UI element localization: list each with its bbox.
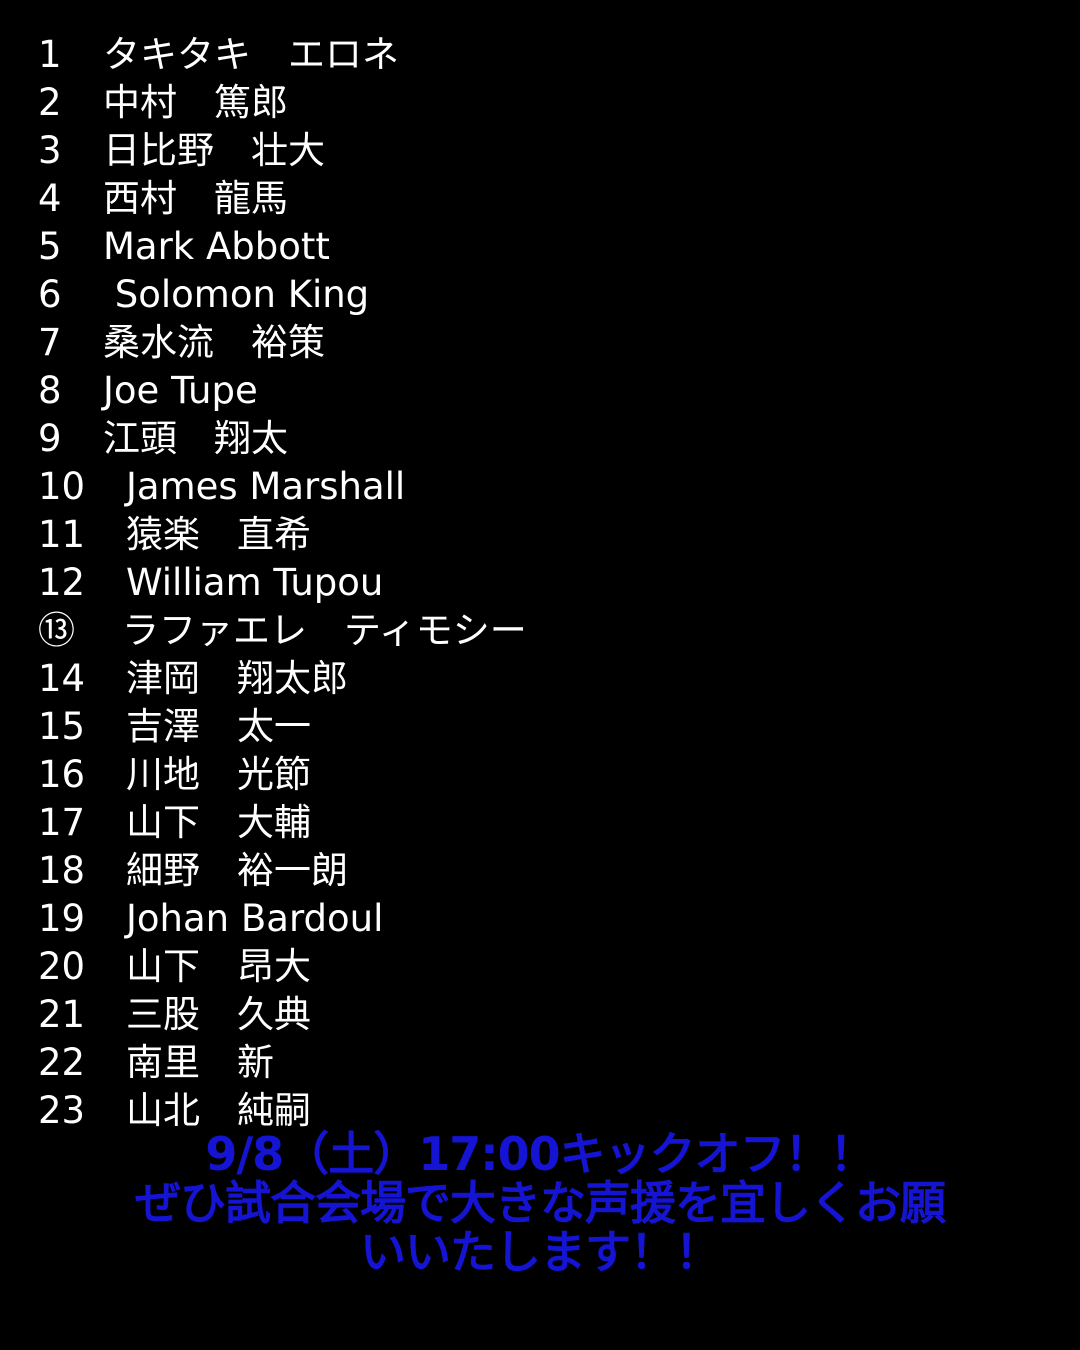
player-name: ラファエレ ティモシー	[122, 609, 527, 652]
player-number: 19	[38, 897, 86, 940]
player-number: ⑬	[38, 609, 75, 652]
roster-row: 14 津岡 翔太郎	[38, 655, 527, 703]
roster-row: 15 吉澤 太一	[38, 703, 527, 751]
roster-row: ⑬ ラファエレ ティモシー	[38, 607, 527, 655]
player-name: Johan Bardoul	[126, 897, 384, 940]
roster-row: 17 山下 大輔	[38, 799, 527, 847]
message-line-2: ぜひ試合会場で大きな声援を宜しくお願	[135, 1176, 946, 1230]
player-number: 6	[38, 273, 62, 316]
player-name: 南里 新	[126, 1041, 274, 1084]
player-name: 細野 裕一朗	[126, 849, 348, 892]
roster-row: 6 Solomon King	[38, 271, 527, 319]
player-name: 中村 篤郎	[103, 81, 288, 124]
player-number: 22	[38, 1041, 86, 1084]
roster-row: 8 Joe Tupe	[38, 367, 527, 415]
roster-row: 5 Mark Abbott	[38, 223, 527, 271]
player-name: James Marshall	[126, 465, 406, 508]
player-number: 8	[38, 369, 62, 412]
roster-row: 22 南里 新	[38, 1039, 527, 1087]
player-name: 吉澤 太一	[126, 705, 311, 748]
player-name: William Tupou	[126, 561, 384, 604]
roster-row: 16 川地 光節	[38, 751, 527, 799]
player-name: 桑水流 裕策	[103, 321, 325, 364]
roster-row: 12 William Tupou	[38, 559, 527, 607]
player-name: 山下 昂大	[126, 945, 311, 988]
player-number: 14	[38, 657, 86, 700]
player-number: 10	[38, 465, 86, 508]
message-line-3: いいたします！！	[360, 1225, 721, 1279]
player-name: 江頭 翔太	[103, 417, 288, 460]
player-number: 9	[38, 417, 62, 460]
player-number: 23	[38, 1089, 86, 1132]
roster-row: 20 山下 昂大	[38, 943, 527, 991]
player-name: 川地 光節	[126, 753, 311, 796]
player-number: 1	[38, 33, 62, 76]
player-number: 2	[38, 81, 62, 124]
player-number: 11	[38, 513, 86, 556]
player-number: 20	[38, 945, 86, 988]
player-name: 日比野 壮大	[103, 129, 325, 172]
player-name: Mark Abbott	[103, 225, 330, 268]
player-number: 17	[38, 801, 86, 844]
player-number: 21	[38, 993, 86, 1036]
player-number: 5	[38, 225, 62, 268]
player-number: 16	[38, 753, 86, 796]
kickoff-message: 9/8（土）17:00キックオフ！！ ぜひ試合会場で大きな声援を宜しくお願 いい…	[0, 1130, 1080, 1277]
player-name: タキタキ エロネ	[103, 33, 399, 76]
roster-row: 18 細野 裕一朗	[38, 847, 527, 895]
roster-row: 21 三股 久典	[38, 991, 527, 1039]
roster-row: 19 Johan Bardoul	[38, 895, 527, 943]
player-name: Solomon King	[103, 273, 370, 316]
roster-row: 10 James Marshall	[38, 463, 527, 511]
roster-row: 11 猿楽 直希	[38, 511, 527, 559]
message-line-1: 9/8（土）17:00キックオフ！！	[205, 1127, 875, 1181]
roster-row: 9 江頭 翔太	[38, 415, 527, 463]
player-name: 山下 大輔	[126, 801, 311, 844]
player-name: 津岡 翔太郎	[126, 657, 348, 700]
player-name: 西村 龍馬	[103, 177, 288, 220]
player-name: 猿楽 直希	[126, 513, 311, 556]
player-name: Joe Tupe	[103, 369, 258, 412]
player-number: 15	[38, 705, 86, 748]
player-number: 4	[38, 177, 62, 220]
roster-list: 1 タキタキ エロネ 2 中村 篤郎 3 日比野 壮大 4 西村 龍馬 5 Mark Abbott…	[38, 31, 527, 1135]
player-number: 12	[38, 561, 86, 604]
player-name: 三股 久典	[126, 993, 311, 1036]
roster-row: 1 タキタキ エロネ	[38, 31, 527, 79]
player-number: 7	[38, 321, 62, 364]
roster-row: 2 中村 篤郎	[38, 79, 527, 127]
roster-row: 3 日比野 壮大	[38, 127, 527, 175]
roster-row: 4 西村 龍馬	[38, 175, 527, 223]
roster-row: 7 桑水流 裕策	[38, 319, 527, 367]
player-number: 3	[38, 129, 62, 172]
player-number: 18	[38, 849, 86, 892]
